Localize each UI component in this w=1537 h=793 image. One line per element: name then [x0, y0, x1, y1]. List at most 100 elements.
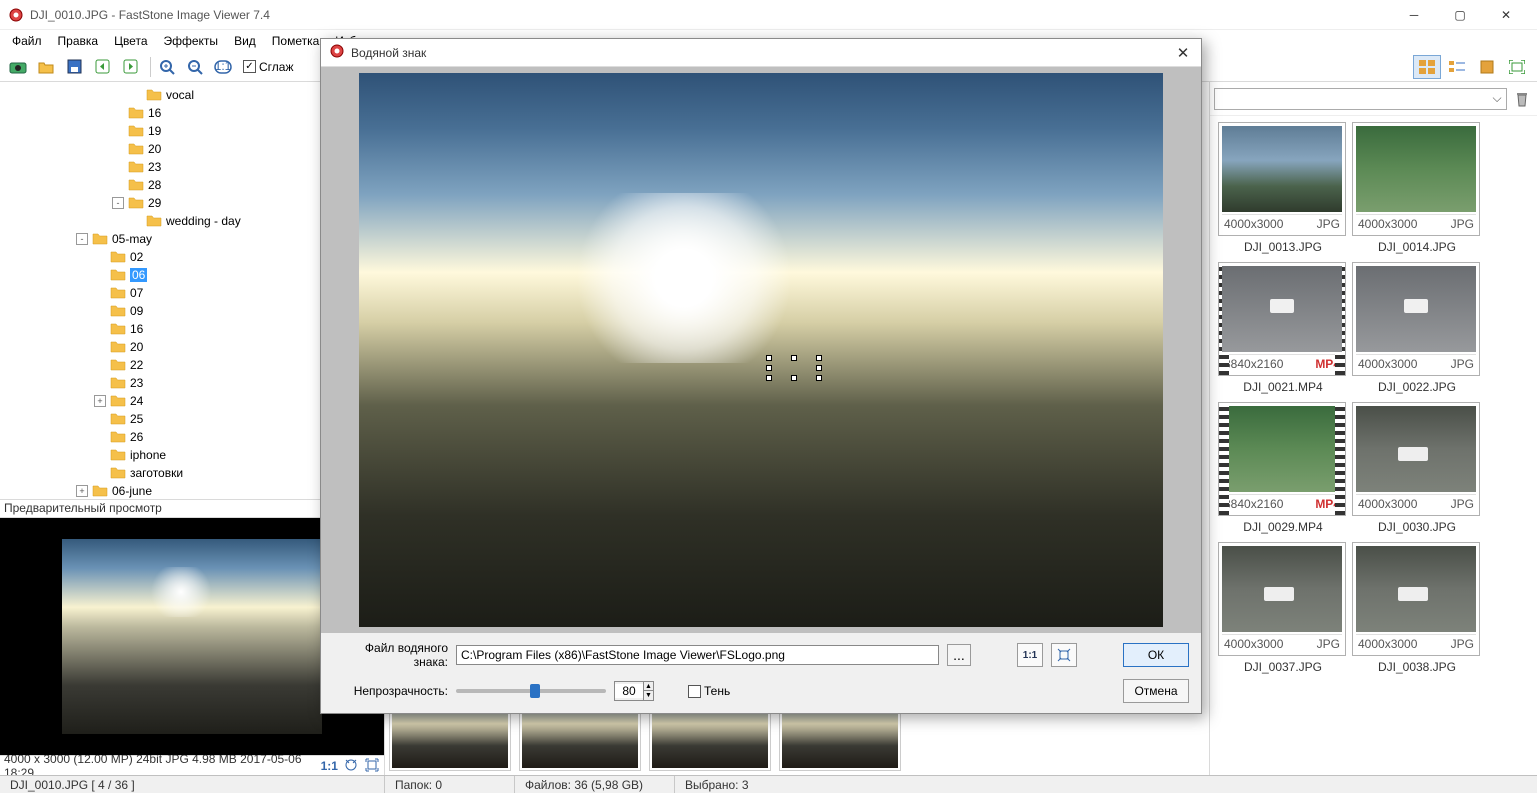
- zoom-out-icon[interactable]: [183, 55, 207, 79]
- watermark-selection[interactable]: [769, 358, 819, 378]
- path-combo[interactable]: ⌵: [1214, 88, 1507, 110]
- thumbnail-cell[interactable]: 4000x3000JPGDJI_0022.JPG: [1352, 262, 1482, 394]
- tree-label: 28: [148, 178, 161, 192]
- opacity-value-input[interactable]: [615, 684, 643, 698]
- status-file: DJI_0010.JPG [ 4 / 36 ]: [0, 776, 385, 793]
- thumbnail-cell[interactable]: 4000x3000JPGDJI_0037.JPG: [1218, 542, 1348, 674]
- ok-button[interactable]: ОК: [1123, 643, 1189, 667]
- save-icon[interactable]: [62, 55, 86, 79]
- tree-expander[interactable]: -: [76, 233, 88, 245]
- browse-button[interactable]: ...: [947, 644, 971, 666]
- actual-size-icon[interactable]: 1:1: [211, 55, 235, 79]
- tree-label: iphone: [130, 448, 166, 462]
- tree-expander[interactable]: -: [112, 197, 124, 209]
- folder-icon: [128, 124, 144, 138]
- thumb-ext: JPG: [1451, 357, 1474, 371]
- menu-colors[interactable]: Цвета: [106, 32, 155, 50]
- menu-effects[interactable]: Эффекты: [156, 32, 227, 50]
- thumbnail-cell[interactable]: 3840x2160MP4DJI_0021.MP4: [1218, 262, 1348, 394]
- shadow-checkbox[interactable]: Тень: [688, 684, 730, 698]
- opacity-slider[interactable]: [456, 689, 606, 693]
- preview-ratio[interactable]: 1:1: [321, 759, 338, 773]
- thumbnail-cell[interactable]: 4000x3000JPGDJI_0014.JPG: [1352, 122, 1482, 254]
- dialog-preview-canvas[interactable]: [321, 67, 1201, 633]
- thumb-image: [1222, 126, 1342, 212]
- opacity-spinner[interactable]: ▲▼: [614, 681, 654, 701]
- thumb-resolution: 4000x3000: [1358, 357, 1417, 371]
- thumbnail-cell[interactable]: 4000x3000JPGDJI_0038.JPG: [1352, 542, 1482, 674]
- tree-label: 06: [130, 268, 147, 282]
- watermark-file-input[interactable]: [456, 645, 939, 665]
- thumbnail-cell[interactable]: 4000x3000JPGDJI_0030.JPG: [1352, 402, 1482, 534]
- open-icon[interactable]: [34, 55, 58, 79]
- fit-button[interactable]: [1051, 643, 1077, 667]
- ratio-button[interactable]: 1:1: [1017, 643, 1043, 667]
- folder-icon: [110, 376, 126, 390]
- view-list-icon[interactable]: [1443, 55, 1471, 79]
- tree-expander[interactable]: +: [94, 395, 106, 407]
- folder-icon: [110, 394, 126, 408]
- view-fullscreen-icon[interactable]: [1503, 55, 1531, 79]
- folder-icon: [110, 340, 126, 354]
- thumb-resolution: 3840x2160: [1224, 497, 1283, 511]
- next-icon[interactable]: [118, 55, 142, 79]
- dialog-titlebar[interactable]: Водяной знак ✕: [321, 39, 1201, 67]
- zoom-in-icon[interactable]: [155, 55, 179, 79]
- tree-label: 26: [130, 430, 143, 444]
- thumb-ext: JPG: [1451, 497, 1474, 511]
- dialog-close-button[interactable]: ✕: [1173, 43, 1193, 63]
- menu-file[interactable]: Файл: [4, 32, 50, 50]
- menu-tag[interactable]: Пометка: [264, 32, 328, 50]
- folder-icon: [110, 322, 126, 336]
- menu-edit[interactable]: Правка: [50, 32, 107, 50]
- address-bar: ⌵: [1210, 82, 1537, 116]
- cancel-button[interactable]: Отмена: [1123, 679, 1189, 703]
- smooth-checkbox[interactable]: ✓Сглаж: [243, 60, 293, 74]
- tree-label: 05-may: [112, 232, 152, 246]
- tree-label: 20: [130, 340, 143, 354]
- folder-icon: [128, 142, 144, 156]
- thumb-filename: DJI_0029.MP4: [1218, 520, 1348, 534]
- view-thumbgrid-icon[interactable]: [1413, 55, 1441, 79]
- status-files: Файлов: 36 (5,98 GB): [515, 776, 675, 793]
- tree-label: 25: [130, 412, 143, 426]
- maximize-button[interactable]: ▢: [1437, 0, 1483, 30]
- thumb-image: [1356, 406, 1476, 492]
- right-column: ⌵ 4000x3000JPGDJI_0013.JPG4000x3000JPGDJ…: [1209, 82, 1537, 775]
- tree-label: 07: [130, 286, 143, 300]
- folder-icon: [146, 88, 162, 102]
- spin-down[interactable]: ▼: [643, 691, 653, 700]
- thumb-image: [1222, 406, 1342, 492]
- thumb-ext: JPG: [1451, 637, 1474, 651]
- tree-expander[interactable]: +: [76, 485, 88, 497]
- menu-view[interactable]: Вид: [226, 32, 264, 50]
- thumbnail-cell[interactable]: 3840x2160MP4DJI_0029.MP4: [1218, 402, 1348, 534]
- tree-label: 06-june: [112, 484, 152, 498]
- folder-icon: [110, 358, 126, 372]
- status-folders: Папок: 0: [385, 776, 515, 793]
- view-single-icon[interactable]: [1473, 55, 1501, 79]
- slider-handle[interactable]: [530, 684, 540, 698]
- folder-icon: [110, 466, 126, 480]
- fit-icon[interactable]: [344, 758, 359, 774]
- tree-label: 22: [130, 358, 143, 372]
- thumb-resolution: 4000x3000: [1358, 497, 1417, 511]
- delete-icon[interactable]: [1511, 88, 1533, 110]
- expand-icon[interactable]: [365, 758, 380, 774]
- tree-label: 09: [130, 304, 143, 318]
- folder-icon: [128, 160, 144, 174]
- tree-label: 24: [130, 394, 143, 408]
- preview-image: [62, 539, 322, 734]
- minimize-button[interactable]: ─: [1391, 0, 1437, 30]
- chevron-down-icon[interactable]: ⌵: [1488, 91, 1506, 106]
- dialog-controls: Файл водяного знака: ... 1:1 ОК Непрозра…: [321, 633, 1201, 713]
- close-button[interactable]: ✕: [1483, 0, 1529, 30]
- prev-icon[interactable]: [90, 55, 114, 79]
- acquire-icon[interactable]: [6, 55, 30, 79]
- thumb-resolution: 4000x3000: [1358, 637, 1417, 651]
- thumb-resolution: 4000x3000: [1224, 637, 1283, 651]
- view-mode-group: [1411, 55, 1531, 79]
- thumbnail-cell[interactable]: 4000x3000JPGDJI_0013.JPG: [1218, 122, 1348, 254]
- spin-up[interactable]: ▲: [643, 682, 653, 691]
- thumb-filename: DJI_0037.JPG: [1218, 660, 1348, 674]
